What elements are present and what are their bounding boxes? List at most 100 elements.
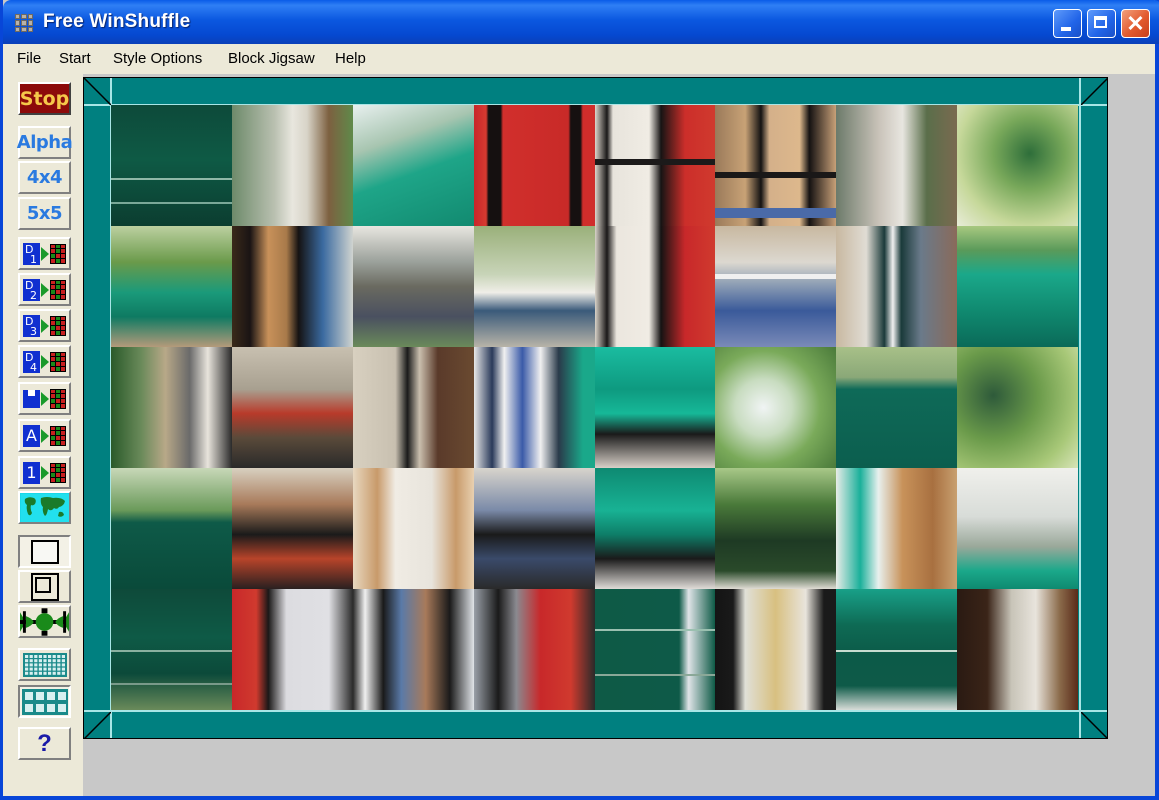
load-picture-button-disk[interactable]	[18, 382, 71, 415]
fine-grid-cell	[47, 658, 51, 662]
puzzle-tile[interactable]	[111, 347, 232, 468]
puzzle-tile[interactable]	[231, 226, 353, 347]
load-picture-button-1[interactable]: 1	[18, 456, 71, 489]
jigsaw-edge-button[interactable]	[18, 605, 71, 638]
fine-grid-cell	[24, 658, 28, 662]
puzzle-tile[interactable]	[111, 589, 232, 710]
fine-grid-cell	[56, 667, 60, 671]
floppy-label	[28, 389, 35, 396]
puzzle-tile[interactable]	[836, 589, 958, 710]
fine-grid-cell	[24, 654, 28, 658]
puzzle-tile[interactable]	[352, 347, 474, 468]
puzzle-tile[interactable]	[715, 347, 837, 468]
fine-grid-cell	[33, 658, 37, 662]
puzzle-tile[interactable]	[352, 468, 474, 589]
puzzle-tile[interactable]	[111, 105, 232, 226]
puzzle-tile[interactable]	[352, 226, 474, 347]
tile-stripe	[594, 673, 716, 676]
alpha-letter-icon: A	[23, 424, 40, 447]
load-picture-button-d1[interactable]: D1	[18, 237, 71, 270]
menu-file[interactable]: File	[17, 50, 41, 67]
puzzle-tile[interactable]	[715, 589, 837, 710]
coarse-grid-icon	[21, 688, 68, 715]
puzzle-tile[interactable]	[836, 226, 958, 347]
puzzle-tile[interactable]	[473, 226, 595, 347]
load-picture-button-a[interactable]: A	[18, 419, 71, 452]
drive-icon: D1	[23, 242, 40, 265]
puzzle-tile[interactable]	[957, 105, 1078, 226]
puzzle-tile[interactable]	[352, 589, 474, 710]
puzzle-tile[interactable]	[836, 347, 958, 468]
double-border-icon	[30, 572, 59, 601]
puzzle-tile[interactable]	[594, 589, 716, 710]
puzzle-tile[interactable]	[957, 468, 1078, 589]
title-bar[interactable]: Free WinShuffle ✕	[3, 0, 1159, 44]
fine-grid-button[interactable]	[18, 648, 71, 681]
fine-grid-cell	[42, 658, 47, 662]
grid-4x4-button[interactable]: 4x4	[18, 161, 71, 194]
maximize-button[interactable]	[1087, 9, 1116, 38]
fine-grid-cell	[61, 667, 65, 671]
fine-grid-cell	[52, 654, 56, 658]
load-picture-button-d2[interactable]: D2	[18, 273, 71, 306]
fine-grid-cell	[56, 662, 60, 666]
puzzle-tile[interactable]	[231, 589, 353, 710]
menu-style-options[interactable]: Style Options	[113, 50, 202, 67]
fine-grid-cell	[42, 654, 47, 658]
double-border-button[interactable]	[18, 570, 71, 603]
tile-stripe	[594, 159, 716, 166]
fine-grid-cell	[33, 667, 37, 671]
puzzle-tile[interactable]	[715, 105, 837, 226]
close-icon: ✕	[1126, 11, 1145, 36]
corner-top-right	[1081, 78, 1108, 105]
coarse-grid-button[interactable]	[18, 685, 71, 718]
puzzle-tile[interactable]	[473, 105, 595, 226]
tile-stripe	[111, 201, 232, 204]
puzzle-tile[interactable]	[352, 105, 474, 226]
puzzle-tile[interactable]	[957, 589, 1078, 710]
puzzle-tile[interactable]	[231, 347, 353, 468]
puzzle-tile[interactable]	[473, 589, 595, 710]
puzzle-tile[interactable]	[473, 468, 595, 589]
tile-stripe	[715, 171, 837, 178]
puzzle-tile[interactable]	[594, 347, 716, 468]
load-picture-button-d4[interactable]: D4	[18, 345, 71, 378]
puzzle-tile[interactable]	[473, 347, 595, 468]
puzzle-tile[interactable]	[836, 105, 958, 226]
puzzle-tile[interactable]	[594, 468, 716, 589]
puzzle-grid-icon	[50, 279, 66, 300]
menu-help[interactable]: Help	[335, 50, 366, 67]
stop-button[interactable]: Stop	[18, 82, 71, 115]
puzzle-tile[interactable]	[594, 105, 716, 226]
alpha-button[interactable]: Alpha	[17, 126, 73, 159]
puzzle-tile[interactable]	[111, 226, 232, 347]
menu-block-jigsaw[interactable]: Block Jigsaw	[228, 50, 315, 67]
puzzle-tile[interactable]	[715, 226, 837, 347]
drive-icon: D3	[23, 314, 40, 337]
puzzle-tile[interactable]	[231, 468, 353, 589]
puzzle-tile[interactable]	[594, 226, 716, 347]
fine-grid-cell	[24, 662, 28, 666]
puzzle-tile[interactable]	[715, 468, 837, 589]
corner-bottom-right	[1081, 712, 1108, 739]
puzzle-tile[interactable]	[111, 468, 232, 589]
plain-border-button[interactable]	[18, 535, 71, 568]
close-button[interactable]: ✕	[1121, 9, 1150, 38]
puzzle-tile-grid	[111, 105, 1078, 710]
tile-stripe	[111, 177, 232, 180]
fine-grid-cell	[38, 654, 42, 658]
load-picture-button-d3[interactable]: D3	[18, 309, 71, 342]
fine-grid-cell	[52, 667, 56, 671]
puzzle-tile[interactable]	[231, 105, 353, 226]
world-map-button[interactable]	[18, 491, 71, 524]
frame-inner-line-right	[1079, 78, 1081, 738]
menu-start[interactable]: Start	[59, 50, 91, 67]
help-button[interactable]: ?	[18, 727, 71, 760]
puzzle-tile[interactable]	[836, 468, 958, 589]
puzzle-grid-icon	[50, 425, 66, 446]
minimize-button[interactable]	[1053, 9, 1082, 38]
puzzle-tile[interactable]	[957, 226, 1078, 347]
puzzle-tile[interactable]	[957, 347, 1078, 468]
grid-5x5-button[interactable]: 5x5	[18, 197, 71, 230]
puzzle-grid-icon	[50, 462, 66, 483]
